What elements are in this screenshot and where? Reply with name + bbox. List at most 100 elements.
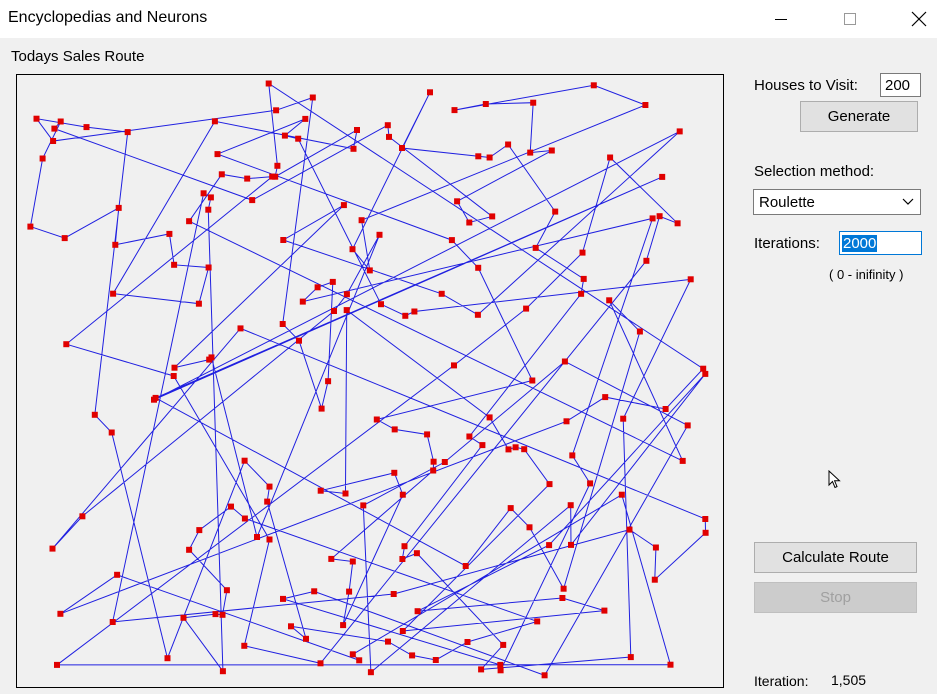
iterations-label: Iterations: xyxy=(754,235,820,252)
house-marker xyxy=(124,129,131,136)
house-marker xyxy=(414,608,421,615)
house-marker xyxy=(568,541,574,548)
houses-input[interactable] xyxy=(880,73,921,97)
house-marker xyxy=(164,655,171,662)
house-marker xyxy=(411,308,418,315)
house-marker xyxy=(366,267,373,274)
house-marker xyxy=(196,527,203,534)
house-marker xyxy=(541,672,548,679)
house-marker xyxy=(523,305,530,312)
house-marker xyxy=(325,378,332,385)
calculate-route-button[interactable]: Calculate Route xyxy=(754,542,917,573)
house-marker xyxy=(214,151,221,158)
house-marker xyxy=(652,544,659,551)
selection-method-value: Roulette xyxy=(759,193,815,211)
house-marker xyxy=(430,467,437,474)
house-marker xyxy=(171,261,178,268)
house-marker xyxy=(295,135,302,142)
house-marker xyxy=(529,377,536,384)
house-marker xyxy=(349,651,356,658)
close-button[interactable] xyxy=(896,0,937,38)
chevron-down-icon xyxy=(902,198,914,205)
house-marker xyxy=(108,429,115,436)
house-marker xyxy=(302,115,309,122)
house-marker xyxy=(200,190,207,197)
house-marker xyxy=(170,373,177,379)
house-marker xyxy=(580,275,587,282)
house-marker xyxy=(114,571,121,578)
house-marker xyxy=(667,661,674,668)
house-marker xyxy=(63,341,70,348)
minimize-button[interactable] xyxy=(758,0,804,38)
house-marker xyxy=(115,204,122,211)
house-marker xyxy=(61,235,68,242)
house-marker xyxy=(676,128,683,135)
selection-method-select[interactable]: Roulette xyxy=(753,189,921,215)
house-marker xyxy=(329,278,336,285)
iteration-status-label: Iteration: xyxy=(754,673,809,689)
house-marker xyxy=(166,230,173,237)
house-marker xyxy=(342,490,349,497)
generate-button[interactable]: Generate xyxy=(800,101,918,132)
house-marker xyxy=(241,515,248,522)
house-marker xyxy=(343,307,350,314)
house-marker xyxy=(590,82,597,89)
iterations-hint: ( 0 - inifinity ) xyxy=(829,267,904,282)
house-marker xyxy=(606,297,613,304)
house-marker xyxy=(356,657,363,664)
house-marker xyxy=(466,219,473,226)
house-marker xyxy=(27,223,34,230)
house-marker xyxy=(180,614,187,621)
house-marker xyxy=(241,642,248,649)
house-marker xyxy=(607,154,614,161)
house-marker xyxy=(346,588,353,595)
house-marker xyxy=(413,550,420,557)
house-marker xyxy=(358,217,365,224)
house-marker xyxy=(430,458,437,465)
window-title: Encyclopedias and Neurons xyxy=(8,9,208,26)
house-marker xyxy=(219,611,226,618)
house-marker xyxy=(642,102,649,108)
stop-button: Stop xyxy=(754,582,917,613)
house-marker xyxy=(626,526,633,533)
house-marker xyxy=(643,257,650,264)
house-marker xyxy=(39,155,46,162)
house-marker xyxy=(448,237,455,244)
houses-label: Houses to Visit: xyxy=(754,77,858,94)
house-marker xyxy=(546,481,553,488)
house-marker xyxy=(218,171,225,178)
house-marker xyxy=(505,446,512,453)
house-marker xyxy=(331,308,337,314)
house-marker xyxy=(391,469,398,476)
house-marker xyxy=(552,208,559,215)
house-marker xyxy=(274,162,281,169)
house-marker xyxy=(343,291,350,298)
house-marker xyxy=(662,406,669,412)
maximize-button[interactable] xyxy=(827,0,873,38)
house-marker xyxy=(241,457,248,464)
house-marker xyxy=(505,141,512,148)
mouse-cursor-icon xyxy=(828,470,841,489)
house-marker xyxy=(475,153,482,160)
house-marker xyxy=(386,133,392,140)
house-marker xyxy=(507,505,514,512)
house-marker xyxy=(279,321,286,327)
house-marker xyxy=(402,312,409,319)
house-marker xyxy=(391,426,398,433)
iterations-input[interactable]: 2000 xyxy=(839,231,922,255)
house-marker xyxy=(378,301,384,308)
house-marker xyxy=(207,194,214,201)
route-path xyxy=(29,82,707,676)
house-marker xyxy=(466,433,473,440)
house-marker xyxy=(512,444,519,451)
house-marker xyxy=(674,220,681,227)
house-marker xyxy=(311,588,318,595)
house-marker xyxy=(521,446,528,453)
house-marker xyxy=(530,99,537,106)
house-marker xyxy=(684,422,691,429)
house-marker xyxy=(265,80,272,87)
house-marker xyxy=(367,669,374,676)
house-marker xyxy=(296,337,302,344)
house-marker xyxy=(269,173,276,180)
house-marker xyxy=(424,431,431,438)
